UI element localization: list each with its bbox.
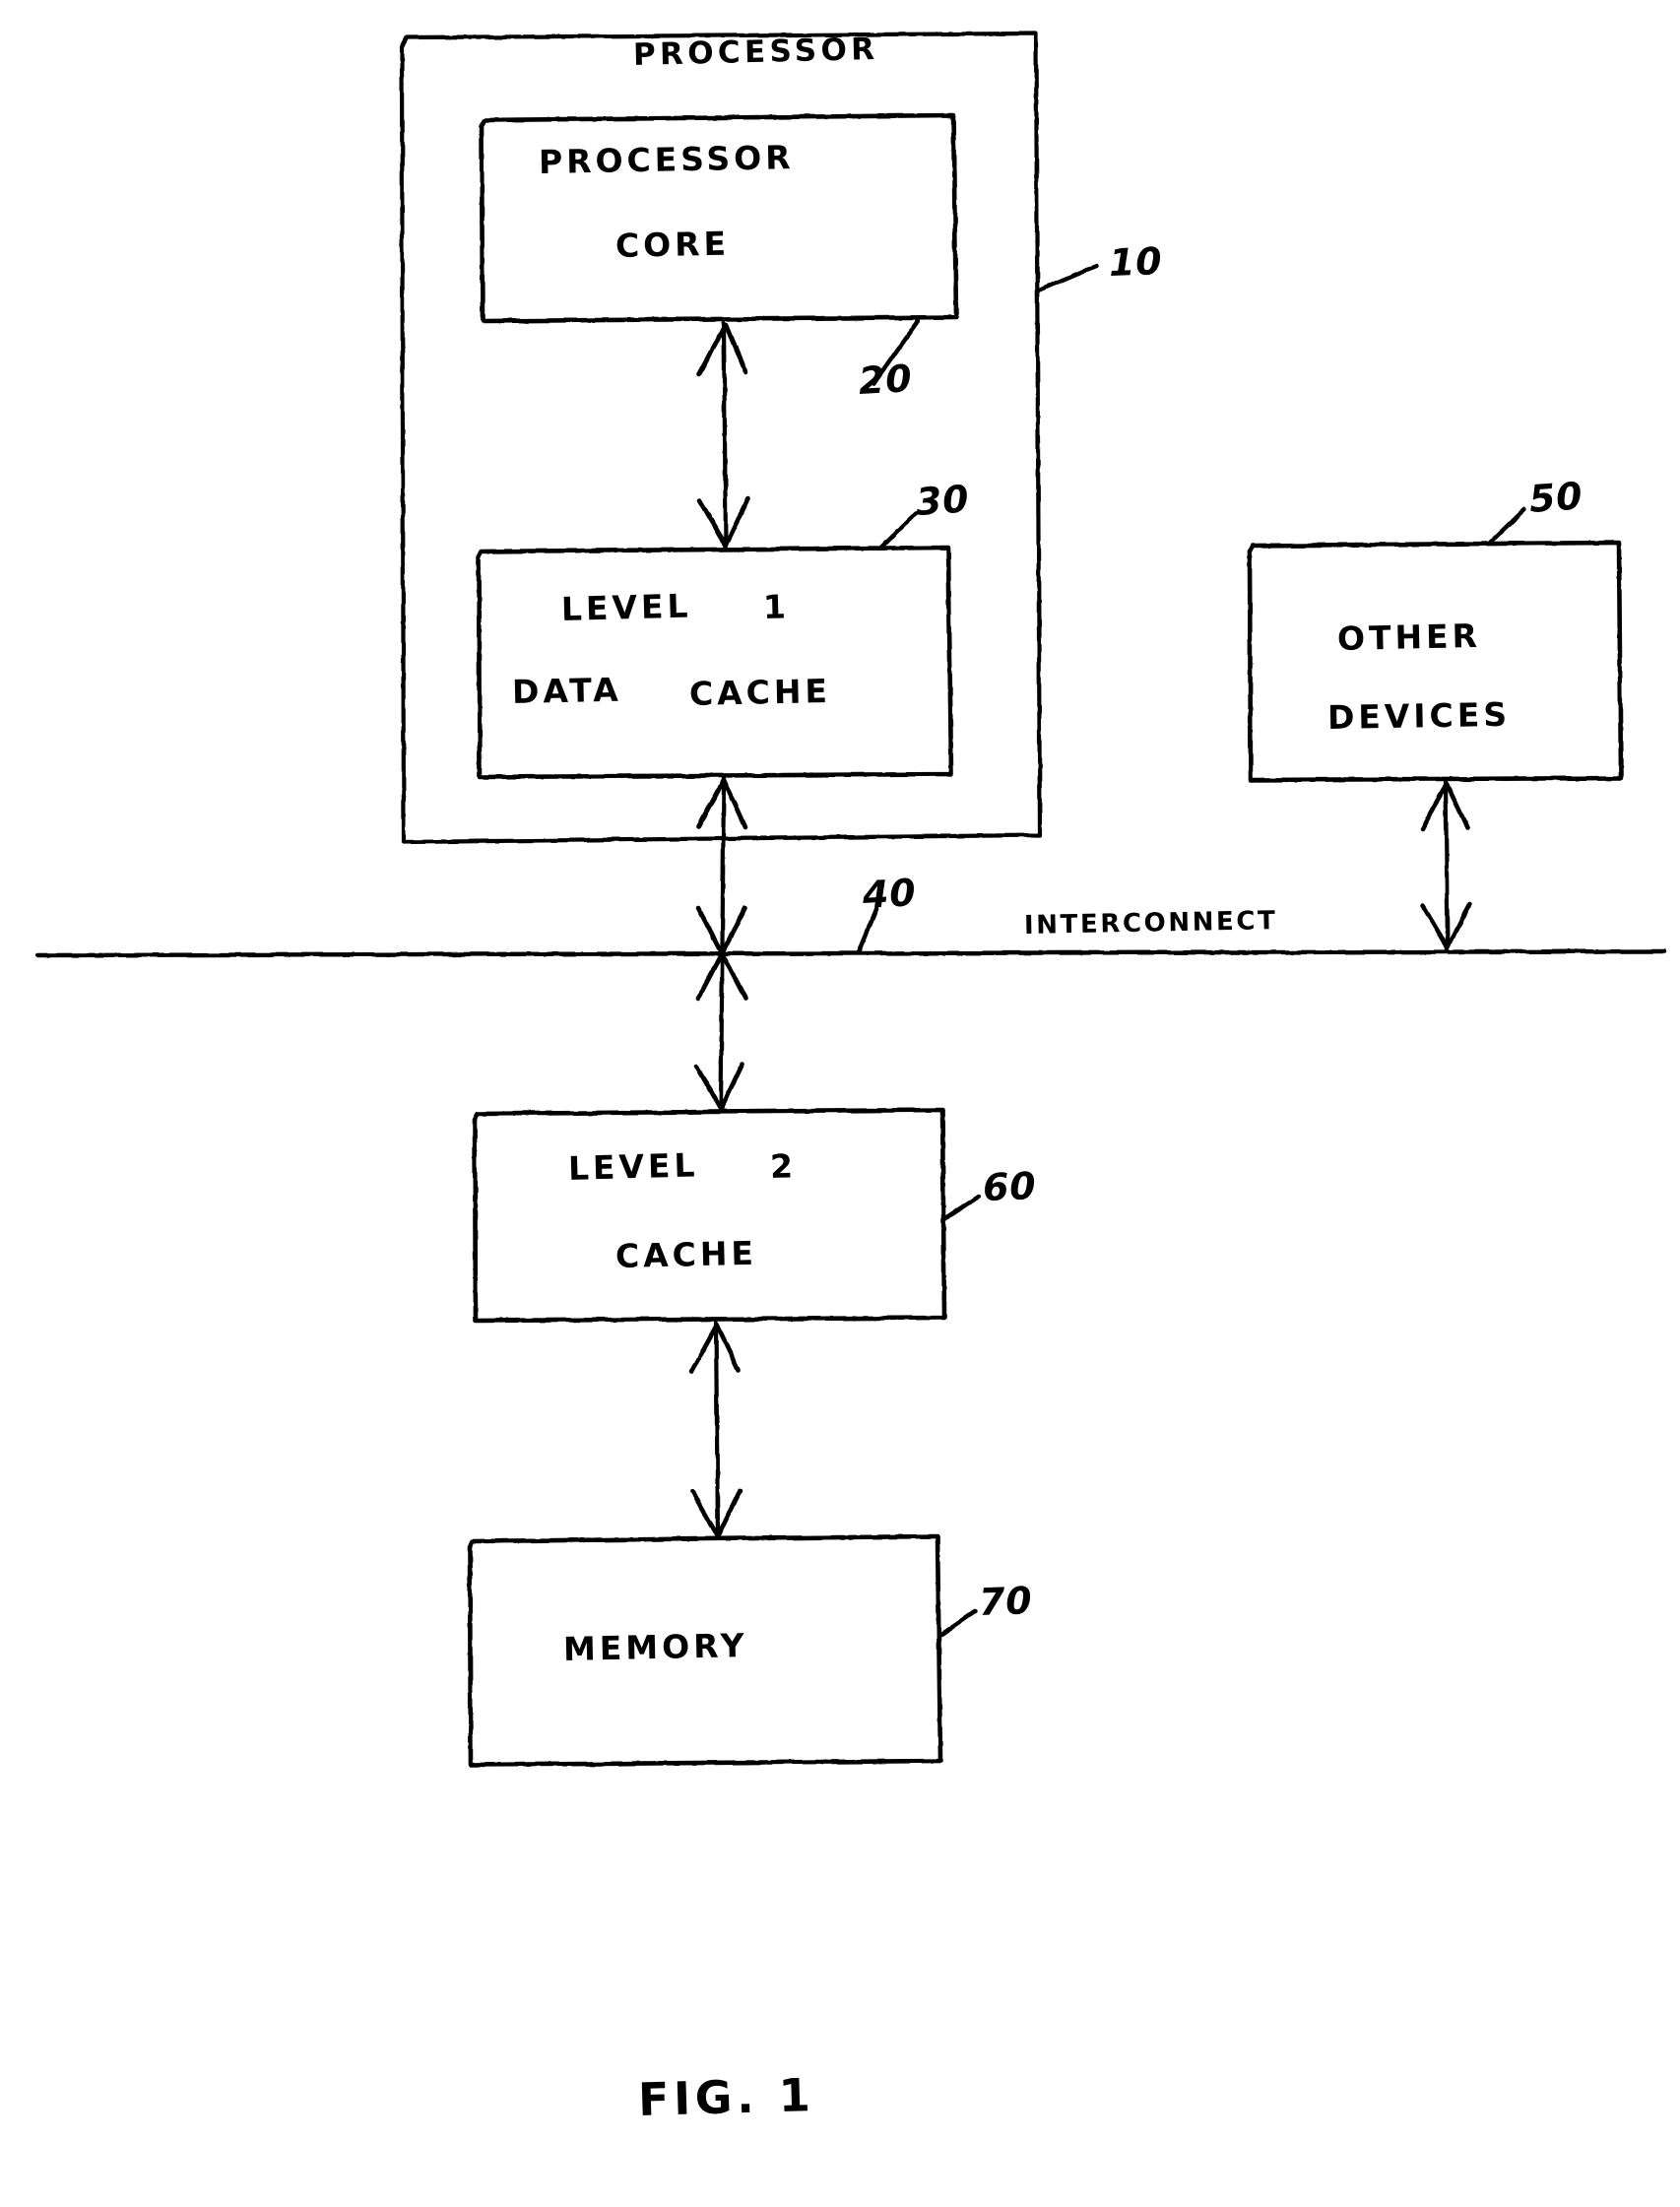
other-devices-box-outline xyxy=(1247,540,1624,783)
ref-numeral-40: 40 xyxy=(861,871,918,917)
diagram-linework xyxy=(34,31,1667,1768)
processor-core-label-line1: PROCESSOR xyxy=(538,138,795,181)
l2-cache-label-cache: CACHE xyxy=(614,1233,758,1275)
l2-cache-label-number: 2 xyxy=(769,1146,798,1186)
leader-line-ref-10 xyxy=(1035,263,1099,293)
ref-numeral-50: 50 xyxy=(1527,474,1584,521)
l1-cache-label-level: LEVEL xyxy=(560,586,692,628)
l2-cache-box-outline xyxy=(472,1107,947,1324)
figure-caption: FIG. 1 xyxy=(637,2068,816,2126)
leader-line-ref-50 xyxy=(1486,506,1527,547)
leader-line-ref-30 xyxy=(878,510,919,551)
arrow-otherdevices-to-interconnect xyxy=(1419,779,1472,952)
processor-core-label-line2: CORE xyxy=(614,224,731,265)
leader-line-ref-70 xyxy=(937,1608,978,1638)
arrow-l2cache-to-memory xyxy=(688,1320,743,1541)
memory-label: MEMORY xyxy=(562,1626,748,1668)
patent-figure: PROCESSOR PROCESSOR CORE LEVEL 1 DATA CA… xyxy=(0,0,1680,2207)
l2-cache-label-level: LEVEL xyxy=(567,1145,699,1188)
interconnect-bus-line xyxy=(34,948,1667,958)
l1-cache-label-data: DATA xyxy=(511,670,623,711)
ref-numeral-20: 20 xyxy=(857,357,914,403)
processor-outer-label: PROCESSOR xyxy=(632,31,879,73)
arrow-l1cache-to-interconnect xyxy=(693,775,748,1114)
l1-cache-label-number: 1 xyxy=(762,587,791,626)
ref-numeral-30: 30 xyxy=(914,477,971,524)
interconnect-label: INTERCONNECT xyxy=(1023,906,1278,941)
other-devices-label-line1: OTHER xyxy=(1336,616,1482,658)
l1-cache-label-cache: CACHE xyxy=(688,671,832,713)
arrow-core-to-l1cache xyxy=(696,320,751,551)
leader-line-ref-60 xyxy=(941,1194,982,1222)
ref-numeral-10: 10 xyxy=(1108,239,1164,285)
ref-numeral-60: 60 xyxy=(982,1164,1038,1209)
ref-numeral-70: 70 xyxy=(978,1579,1034,1624)
l1-cache-box-outline xyxy=(476,545,954,780)
other-devices-label-line2: DEVICES xyxy=(1326,694,1512,737)
